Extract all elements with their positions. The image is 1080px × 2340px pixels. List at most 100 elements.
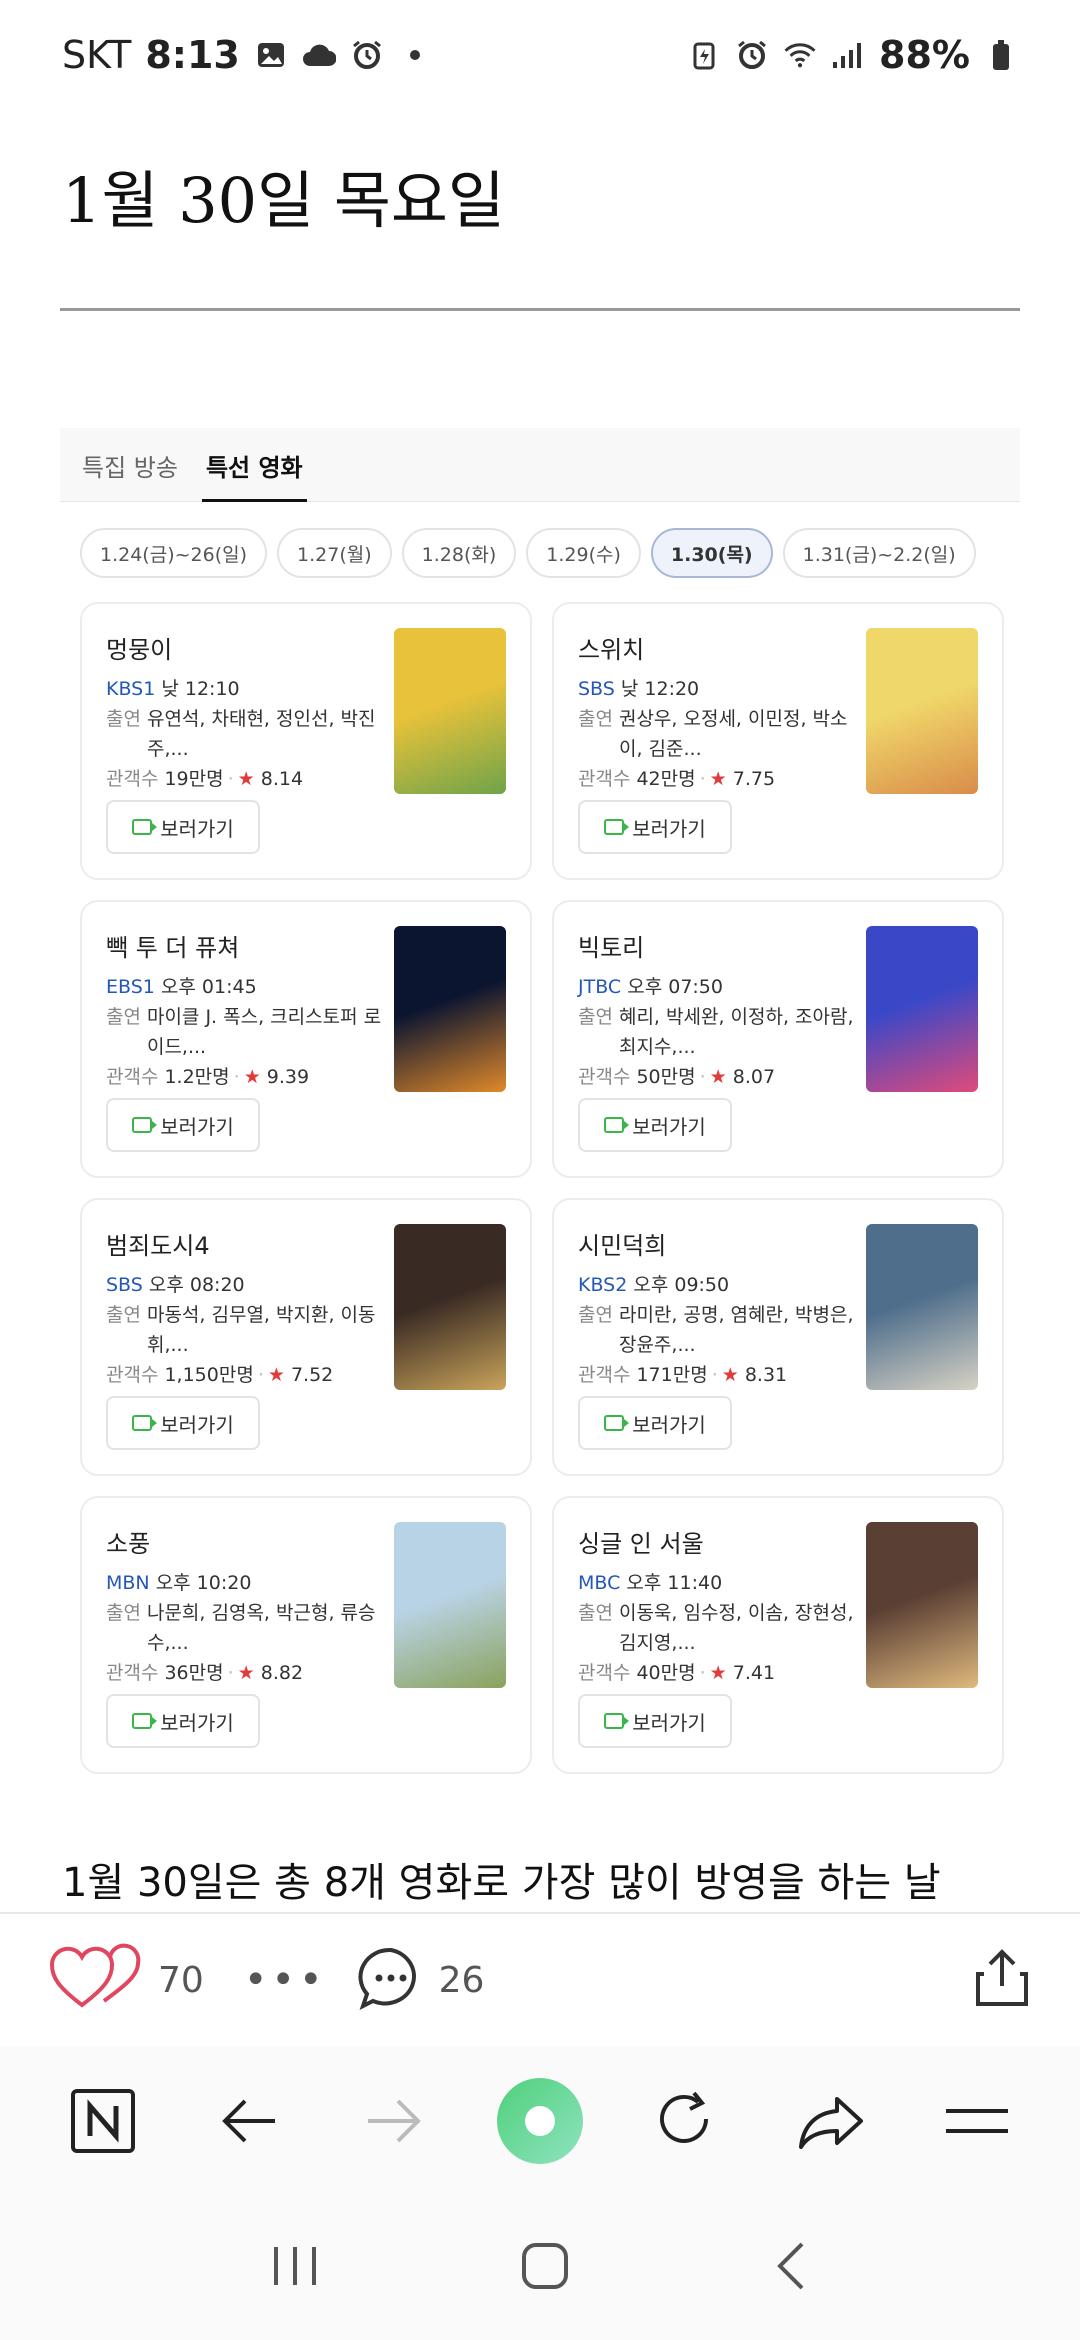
watch-button[interactable]: 보러가기 [106,1694,260,1748]
forward-arrow-icon [349,2076,439,2166]
star-icon: ★ [709,1066,727,1088]
movie-title[interactable]: 싱글 인 서울 [578,1524,704,1559]
rating-value: 8.82 [260,1662,304,1684]
cast-line: 출연 유연석, 차태현, 정인선, 박진주,... [106,704,386,764]
like-count: 70 [158,1959,204,2001]
date-chip-0127[interactable]: 1.27(월) [277,528,392,578]
rating-value: 8.07 [732,1066,776,1088]
movie-card[interactable]: 시민덕희 KBS2 오후 09:50 출연 라미란, 공명, 염혜란, 박병은, 장윤… [552,1198,1004,1476]
star-icon: ★ [709,768,727,790]
watch-button[interactable]: 보러가기 [106,1098,260,1152]
title-divider [60,308,1020,311]
cast-line: 출연 권상우, 오정세, 이민정, 박소이, 김준... [578,704,858,764]
audience-label: 관객수 [106,1066,159,1088]
watch-button[interactable]: 보러가기 [578,800,732,854]
video-icon [132,1713,158,1729]
audience-label: 관객수 [578,1662,631,1684]
movie-poster[interactable] [394,628,506,794]
rating-value: 7.41 [732,1662,776,1684]
movie-title[interactable]: 시민덕희 [578,1226,666,1261]
battery-icon [984,38,1018,72]
cast-label: 출연 [578,1304,613,1326]
channel-name: SBS [578,678,615,700]
movie-poster[interactable] [866,1224,978,1390]
share-arrow-icon[interactable] [786,2076,876,2166]
separator-dot: · [699,1066,706,1088]
separator-dot: · [711,1364,718,1386]
widget-tabs: 특집 방송 특선 영화 [60,428,1020,502]
watch-button[interactable]: 보러가기 [578,1098,732,1152]
more-icon[interactable]: ••• [244,1957,327,2003]
tab-special-movies[interactable]: 특선 영화 [201,448,307,502]
comment-icon[interactable] [357,1946,425,2014]
audience-line: 관객수 50만명 · ★ 8.07 [578,1062,858,1092]
rating-value: 9.39 [266,1066,310,1088]
movie-poster[interactable] [866,628,978,794]
separator-dot: · [227,768,234,790]
separator-dot: · [227,1662,234,1684]
green-dot-icon[interactable] [495,2076,585,2166]
watch-button[interactable]: 보러가기 [578,1694,732,1748]
movie-title[interactable]: 스위치 [578,630,644,665]
movie-card[interactable]: 스위치 SBS 낮 12:20 출연 권상우, 오정세, 이민정, 박소이, 김준..… [552,602,1004,880]
back-arrow-icon[interactable] [204,2076,294,2166]
refresh-icon[interactable] [641,2076,731,2166]
date-chip-0124[interactable]: 1.24(금)~26(일) [80,528,268,578]
date-chip-0128[interactable]: 1.28(화) [401,528,517,578]
menu-icon[interactable] [932,2076,1022,2166]
cast-label: 출연 [578,1006,613,1028]
movie-poster[interactable] [394,926,506,1092]
movie-title[interactable]: 빅토리 [578,928,644,963]
battery-saver-icon [687,38,721,72]
movie-card[interactable]: 빽 투 더 퓨쳐 EBS1 오후 01:45 출연 마이클 J. 폭스, 크리스토퍼 … [80,900,532,1178]
movie-card[interactable]: 싱글 인 서울 MBC 오후 11:40 출연 이동욱, 임수정, 이솜, 장현성, … [552,1496,1004,1774]
movie-poster[interactable] [394,1522,506,1688]
date-chip-0129[interactable]: 1.29(수) [526,528,641,578]
share-icon[interactable] [972,1946,1032,2014]
notification-dot-icon [398,38,432,72]
watch-button[interactable]: 보러가기 [106,1396,260,1450]
movie-poster[interactable] [866,926,978,1092]
movie-title[interactable]: 빽 투 더 퓨쳐 [106,928,239,963]
movie-title[interactable]: 범죄도시4 [106,1226,210,1261]
watch-label: 보러가기 [160,1412,234,1437]
movie-title[interactable]: 멍뭉이 [106,630,172,665]
special-movies-widget: 특집 방송 특선 영화 1.24(금)~26(일) 1.27(월) 1.28(화… [60,428,1020,1774]
watch-label: 보러가기 [160,1114,234,1139]
watch-button[interactable]: 보러가기 [578,1396,732,1450]
movie-title[interactable]: 소풍 [106,1524,150,1559]
star-icon: ★ [267,1364,285,1386]
video-icon [132,819,158,835]
watch-button[interactable]: 보러가기 [106,800,260,854]
audience-count: 42만명 [636,768,696,790]
date-chip-0131[interactable]: 1.31(금)~2.2(일) [782,528,976,578]
home-button-icon[interactable] [519,2240,571,2296]
system-back-icon[interactable] [770,2240,810,2296]
movie-card[interactable]: 범죄도시4 SBS 오후 08:20 출연 마동석, 김무열, 박지환, 이동휘,..… [80,1198,532,1476]
channel-name: SBS [106,1274,143,1296]
movie-card[interactable]: 멍뭉이 KBS1 낮 12:10 출연 유연석, 차태현, 정인선, 박진주,... 관… [80,602,532,880]
movie-poster[interactable] [866,1522,978,1688]
date-chip-0130[interactable]: 1.30(목) [650,528,773,578]
tab-special-broadcast[interactable]: 특집 방송 [82,448,178,501]
watch-label: 보러가기 [160,816,234,841]
air-time: 오후 11:40 [626,1572,723,1594]
broadcast-line: MBN 오후 10:20 [106,1568,386,1598]
cloud-icon [302,38,336,72]
movie-card[interactable]: 빅토리 JTBC 오후 07:50 출연 혜리, 박세완, 이정하, 조아람, 최지수… [552,900,1004,1178]
post-title: 1월 30일 목요일 [62,164,505,237]
wifi-icon [783,38,817,72]
cast-label: 출연 [578,1602,613,1624]
cast-label: 출연 [106,1006,141,1028]
cast-names: 유연석, 차태현, 정인선, 박진주,... [146,708,376,760]
movie-poster[interactable] [394,1224,506,1390]
battery-percent: 88% [879,33,970,77]
movie-card[interactable]: 소풍 MBN 오후 10:20 출연 나문희, 김영옥, 박근형, 류승수,... 관객… [80,1496,532,1774]
naver-home-icon[interactable] [58,2076,148,2166]
like-icon[interactable] [48,1943,144,2017]
cast-names: 라미란, 공명, 염혜란, 박병은, 장윤주,... [618,1304,854,1356]
cast-line: 출연 마동석, 김무열, 박지환, 이동휘,... [106,1300,386,1360]
audience-count: 36만명 [164,1662,224,1684]
audience-label: 관객수 [578,768,631,790]
recent-apps-icon[interactable] [270,2241,320,2295]
